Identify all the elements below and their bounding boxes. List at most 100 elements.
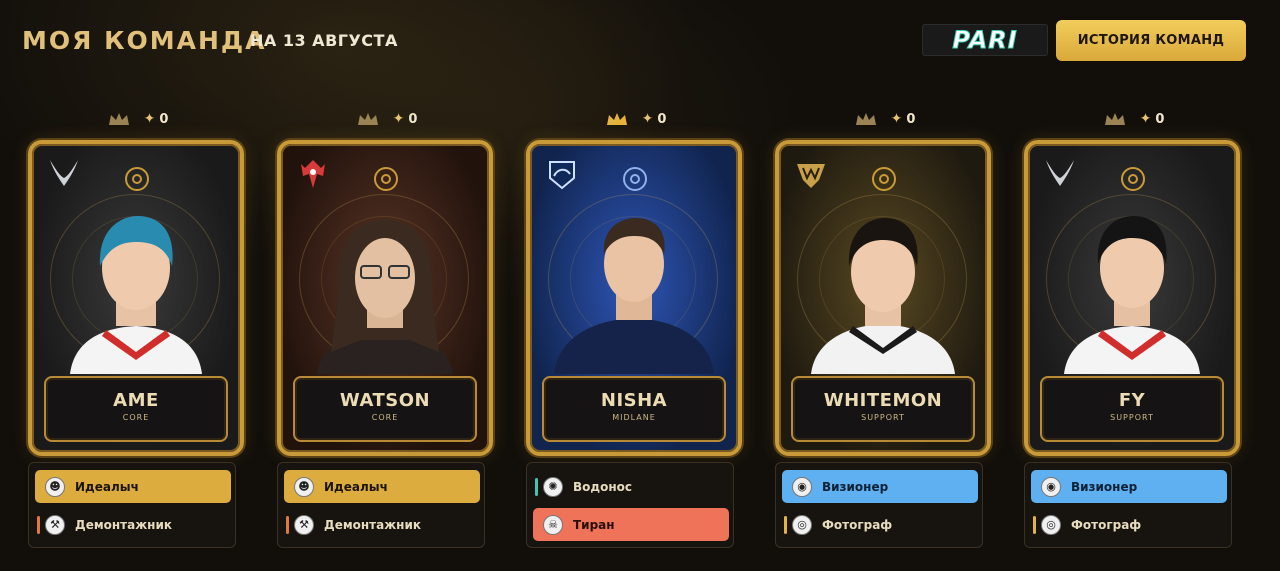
idealych-icon: ☻ bbox=[45, 476, 65, 497]
player-slot-fy: ✦ 0 FY SUPPORT ◉ Визионер ◎ Фотограф bbox=[1024, 105, 1244, 550]
perk-label: Визионер bbox=[1071, 479, 1138, 494]
player-stats: ✦ 0 bbox=[28, 109, 248, 129]
player-card[interactable]: AME CORE bbox=[28, 140, 244, 456]
player-role: CORE bbox=[371, 413, 399, 422]
perk-bar bbox=[784, 516, 787, 534]
points-value: 0 bbox=[159, 111, 169, 127]
spark-icon: ✦ bbox=[641, 111, 654, 127]
perk-item[interactable]: ☻ Идеалыч bbox=[35, 470, 231, 503]
demolisher-icon: ⚒ bbox=[45, 514, 65, 535]
player-name: WHITEMON bbox=[823, 390, 943, 411]
points-value: 0 bbox=[906, 111, 916, 127]
player-slot-whitemon: ✦ 0 WHITEMON SUPPORT ◉ Визионер ◎ Фотогра… bbox=[775, 105, 995, 550]
crown-icon bbox=[606, 113, 627, 125]
visionary-icon: ◉ bbox=[792, 476, 812, 497]
player-name: FY bbox=[1118, 390, 1146, 411]
rune-icon bbox=[1121, 167, 1145, 191]
water-carrier-icon: ✺ bbox=[543, 476, 563, 497]
rune-icon bbox=[125, 167, 149, 191]
points-value: 0 bbox=[657, 111, 667, 127]
rune-icon bbox=[374, 167, 398, 191]
perk-list: ☻ Идеалыч ⚒ Демонтажник bbox=[28, 462, 236, 548]
perk-item[interactable]: ☠ Тиран bbox=[533, 508, 729, 541]
spark-icon: ✦ bbox=[890, 111, 903, 127]
perk-label: Идеалыч bbox=[75, 479, 139, 494]
player-avatar bbox=[811, 218, 955, 374]
perk-label: Визионер bbox=[822, 479, 889, 494]
player-card[interactable]: WATSON CORE bbox=[277, 140, 493, 456]
page-title: МОЯ КОМАНДА bbox=[22, 26, 267, 55]
perk-list: ☻ Идеалыч ⚒ Демонтажник bbox=[277, 462, 485, 548]
player-avatar bbox=[1064, 216, 1200, 374]
player-role: SUPPORT bbox=[861, 413, 905, 422]
perk-label: Фотограф bbox=[822, 517, 893, 532]
player-slot-nisha: ✦ 0 NISHA MIDLANE ✺ Водонос ☠ Тиран bbox=[526, 105, 746, 550]
perk-label: Водонос bbox=[573, 479, 632, 494]
demolisher-icon: ⚒ bbox=[294, 514, 314, 535]
player-card[interactable]: FY SUPPORT bbox=[1024, 140, 1240, 456]
player-name: AME bbox=[113, 390, 159, 411]
player-role: SUPPORT bbox=[1110, 413, 1154, 422]
idealych-icon: ☻ bbox=[294, 476, 314, 497]
visionary-icon: ◉ bbox=[1041, 476, 1061, 497]
player-role: MIDLANE bbox=[612, 413, 656, 422]
player-name: WATSON bbox=[339, 390, 431, 411]
nameplate: NISHA MIDLANE bbox=[542, 376, 726, 442]
talon-icon bbox=[797, 164, 825, 188]
xtreme-gaming-icon bbox=[1046, 160, 1074, 186]
crown-icon bbox=[1104, 113, 1125, 125]
crown-icon bbox=[855, 113, 876, 125]
points-value: 0 bbox=[408, 111, 418, 127]
xtreme-gaming-icon bbox=[50, 160, 78, 186]
player-avatar bbox=[317, 220, 453, 374]
perk-list: ✺ Водонос ☠ Тиран bbox=[526, 462, 734, 548]
nameplate: FY SUPPORT bbox=[1040, 376, 1224, 442]
perk-item[interactable]: ⚒ Демонтажник bbox=[35, 508, 231, 541]
player-stats: ✦ 0 bbox=[526, 109, 746, 129]
crown-icon bbox=[108, 113, 129, 125]
crown-icon bbox=[357, 113, 378, 125]
perk-label: Фотограф bbox=[1071, 517, 1142, 532]
player-slot-watson: ✦ 0 WATSON CORE ☻ Идеалыч ⚒ Демонтажник bbox=[277, 105, 497, 550]
perk-item[interactable]: ✺ Водонос bbox=[533, 470, 729, 503]
entity-icon bbox=[301, 160, 325, 188]
team-liquid-icon bbox=[549, 161, 575, 190]
perk-item[interactable]: ◉ Визионер bbox=[782, 470, 978, 503]
perk-label: Тиран bbox=[573, 517, 615, 532]
player-stats: ✦ 0 bbox=[775, 109, 995, 129]
points-value: 0 bbox=[1155, 111, 1165, 127]
photographer-icon: ◎ bbox=[1041, 514, 1061, 535]
spark-icon: ✦ bbox=[143, 111, 156, 127]
player-slot-ame: ✦ 0 AME CORE ☻ Идеалыч ⚒ Демонтажник bbox=[28, 105, 248, 550]
player-name: NISHA bbox=[600, 390, 668, 411]
perk-item[interactable]: ◉ Визионер bbox=[1031, 470, 1227, 503]
perk-item[interactable]: ◎ Фотограф bbox=[782, 508, 978, 541]
nameplate: AME CORE bbox=[44, 376, 228, 442]
page-header: МОЯ КОМАНДА НА 13 АВГУСТА PARI ИСТОРИЯ К… bbox=[0, 0, 1280, 90]
rune-icon bbox=[872, 167, 896, 191]
player-card[interactable]: NISHA MIDLANE bbox=[526, 140, 742, 456]
perk-list: ◉ Визионер ◎ Фотограф bbox=[1024, 462, 1232, 548]
player-role: CORE bbox=[122, 413, 150, 422]
team-history-button[interactable]: ИСТОРИЯ КОМАНД bbox=[1056, 20, 1246, 61]
player-card[interactable]: WHITEMON SUPPORT bbox=[775, 140, 991, 456]
perk-bar bbox=[37, 516, 40, 534]
player-avatar bbox=[70, 216, 202, 374]
rune-icon bbox=[623, 167, 647, 191]
perk-label: Демонтажник bbox=[324, 517, 422, 532]
nameplate: WHITEMON SUPPORT bbox=[791, 376, 975, 442]
pari-logo[interactable]: PARI bbox=[922, 24, 1048, 56]
spark-icon: ✦ bbox=[392, 111, 405, 127]
perk-item[interactable]: ☻ Идеалыч bbox=[284, 470, 480, 503]
photographer-icon: ◎ bbox=[792, 514, 812, 535]
tyrant-icon: ☠ bbox=[543, 514, 563, 535]
perk-label: Идеалыч bbox=[324, 479, 388, 494]
spark-icon: ✦ bbox=[1139, 111, 1152, 127]
player-avatar bbox=[554, 218, 714, 374]
perk-bar bbox=[535, 478, 538, 496]
perk-label: Демонтажник bbox=[75, 517, 173, 532]
player-stats: ✦ 0 bbox=[277, 109, 497, 129]
perk-item[interactable]: ⚒ Демонтажник bbox=[284, 508, 480, 541]
perk-item[interactable]: ◎ Фотограф bbox=[1031, 508, 1227, 541]
perk-list: ◉ Визионер ◎ Фотограф bbox=[775, 462, 983, 548]
